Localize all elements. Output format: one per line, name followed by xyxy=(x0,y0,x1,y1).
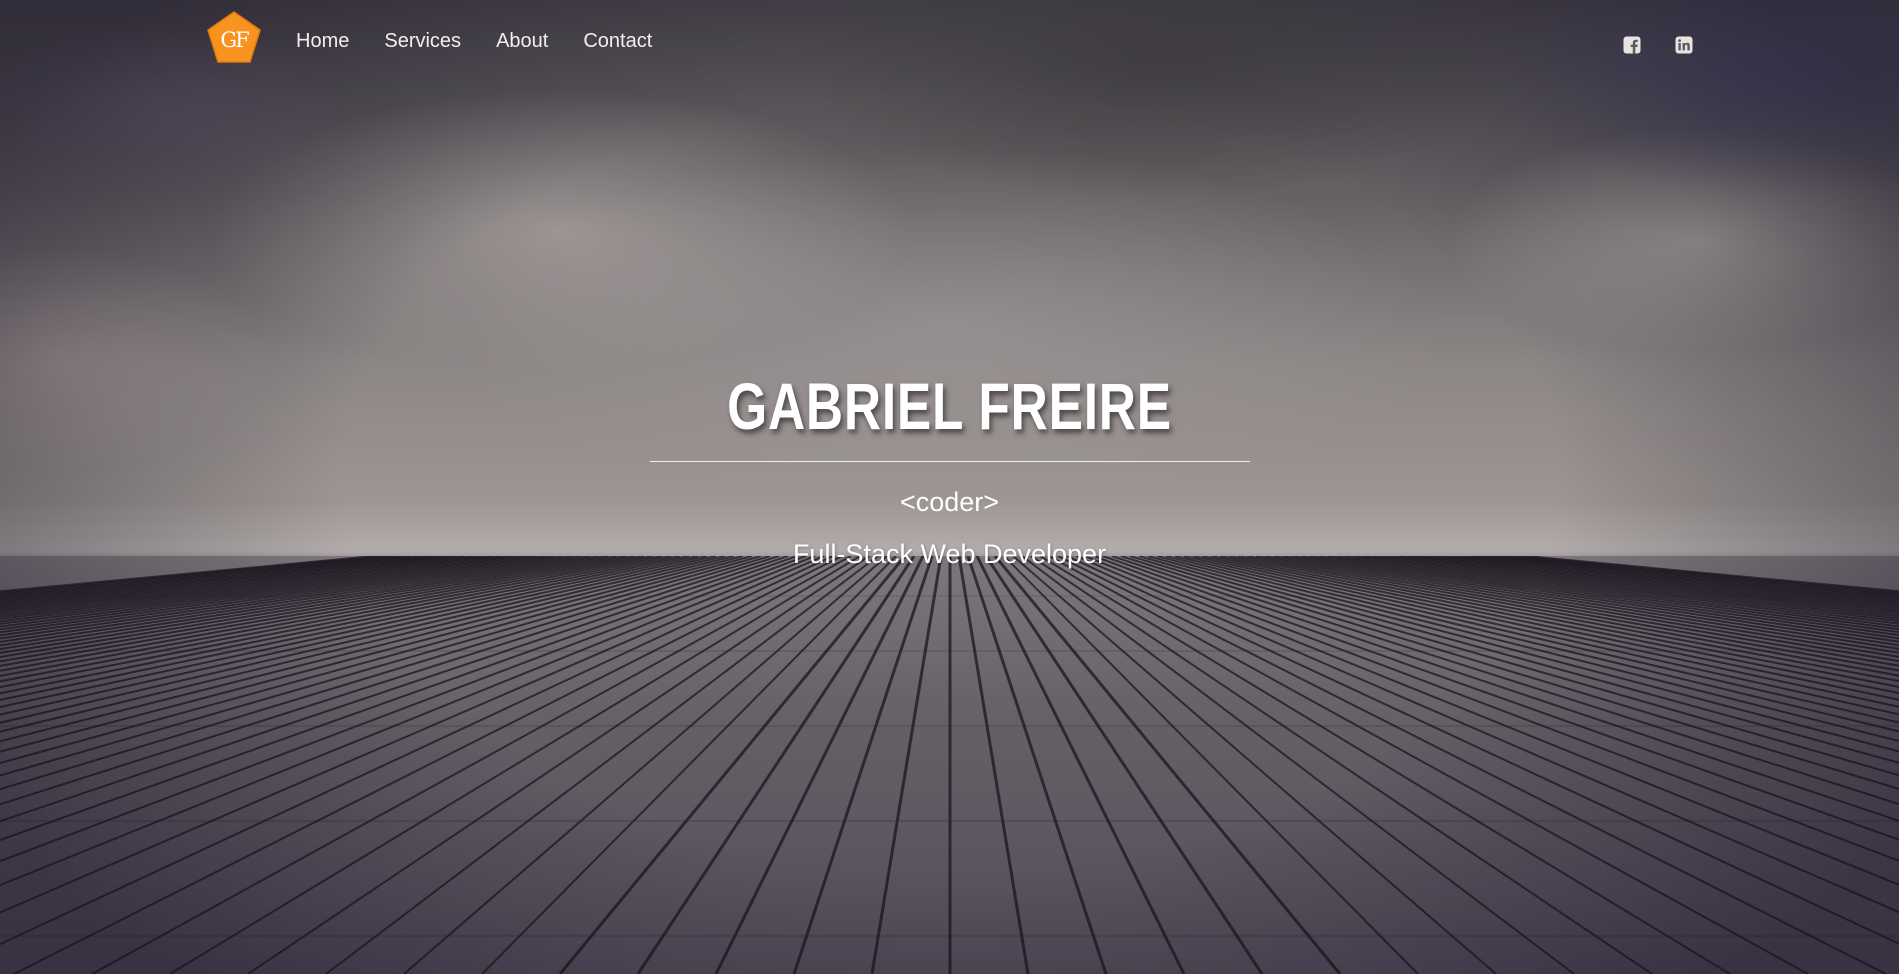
linkedin-icon xyxy=(1675,36,1693,54)
wooden-deck-background xyxy=(0,556,1899,974)
deck-plank-seam xyxy=(1183,556,1899,724)
deck-plank-seam xyxy=(558,556,907,974)
logo-link[interactable]: GF xyxy=(206,10,262,64)
deck-plank-seam xyxy=(1174,556,1899,733)
deck-plank-seam xyxy=(957,556,1030,974)
navbar: GF Home Services About Contact xyxy=(0,0,1899,90)
deck-plank-seam xyxy=(993,556,1342,974)
deck-planks xyxy=(0,556,1899,974)
nav-contact[interactable]: Contact xyxy=(583,30,652,53)
linkedin-link[interactable] xyxy=(1675,36,1693,54)
facebook-link[interactable] xyxy=(1623,36,1641,54)
hero-tag: <coder> xyxy=(899,487,1000,517)
page: GF Home Services About Contact GABRIEL F… xyxy=(0,0,1899,974)
deck-plank-seam xyxy=(714,556,925,974)
nav-home[interactable]: Home xyxy=(296,30,349,53)
deck-plank-seam xyxy=(91,556,852,974)
deck-plank-seam xyxy=(1453,556,1899,606)
hero-name: GABRIEL FREIRE xyxy=(727,369,1172,443)
deck-plank-seam xyxy=(975,556,1186,974)
logo-text: GF xyxy=(220,28,249,52)
nav-about[interactable]: About xyxy=(496,30,548,53)
deck-plank-seam xyxy=(1048,556,1809,974)
deck-plank-seam xyxy=(0,556,726,733)
deck-plank-seam xyxy=(870,556,943,974)
nav-services[interactable]: Services xyxy=(384,30,461,53)
hero-subtitle: Full-Stack Web Developer xyxy=(792,539,1107,569)
deck-plank-seam xyxy=(0,556,717,724)
facebook-icon xyxy=(1623,36,1641,54)
hero-divider xyxy=(650,461,1250,462)
nav-menu: Home Services About Contact xyxy=(296,30,687,53)
